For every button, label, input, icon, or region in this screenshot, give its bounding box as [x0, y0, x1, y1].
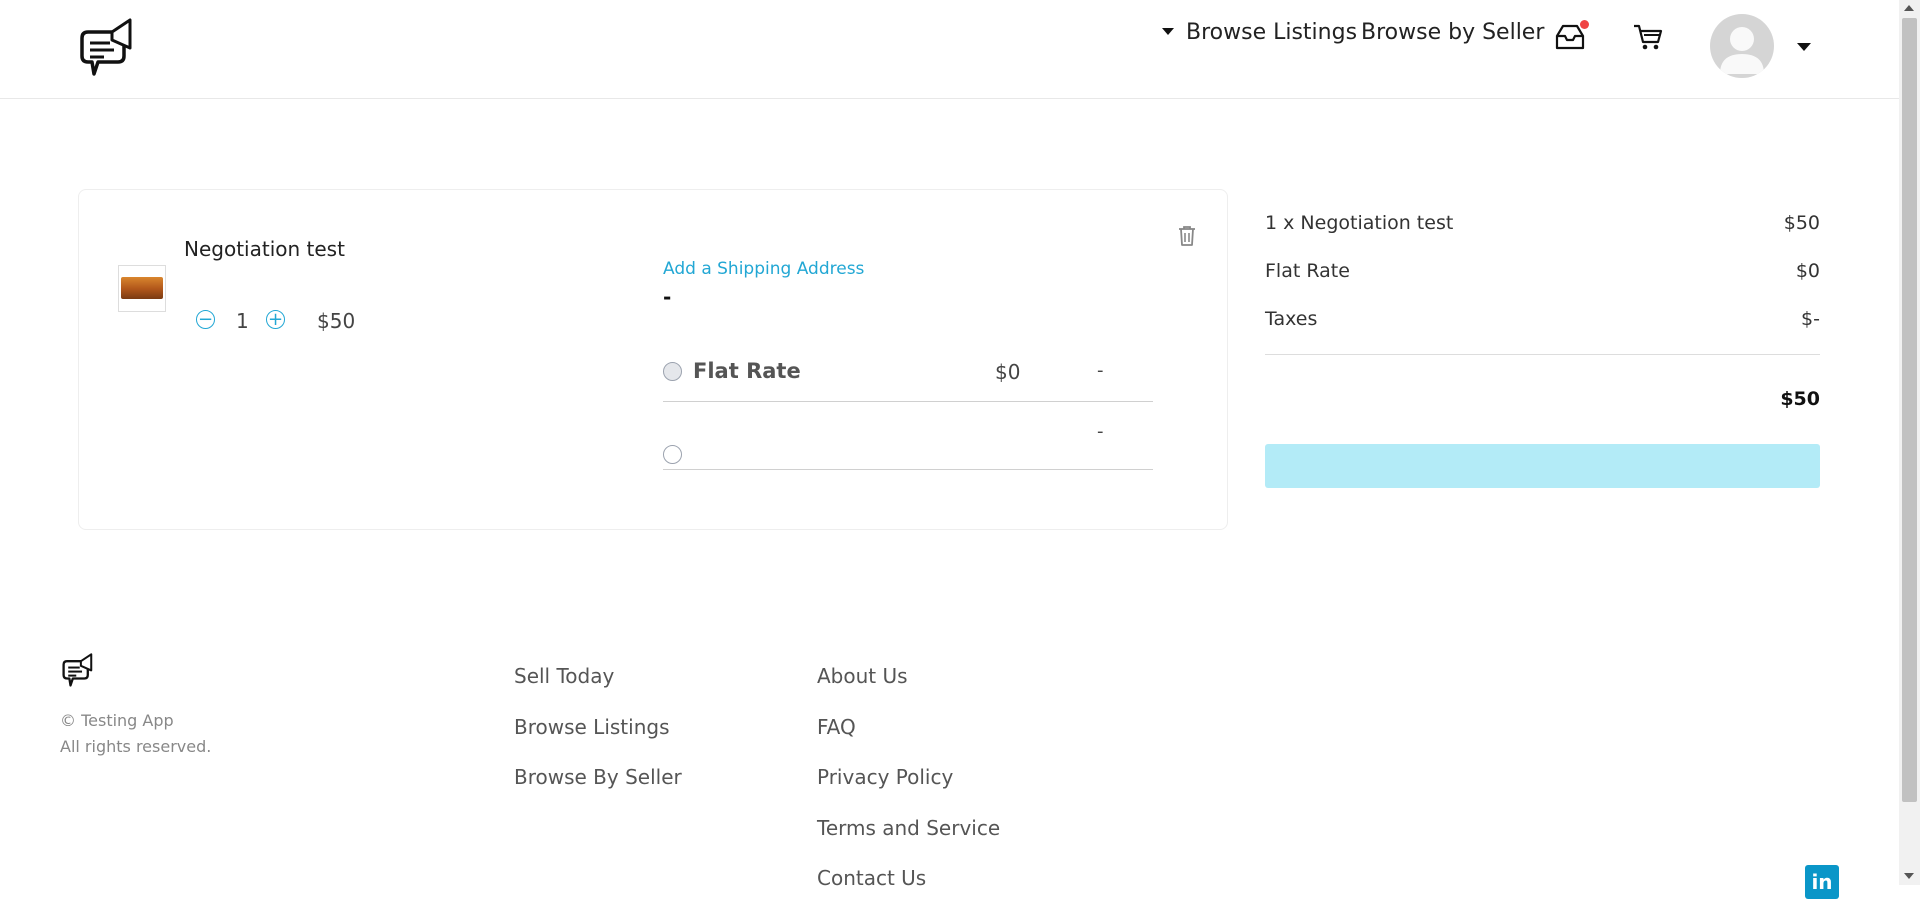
nav-browse-by-seller[interactable]: Browse by Seller	[1361, 20, 1544, 45]
footer-copyright: © Testing App All rights reserved.	[60, 708, 211, 760]
footer-link-sell-today[interactable]: Sell Today	[514, 664, 614, 688]
notification-dot	[1580, 20, 1589, 29]
cart-item-price: $50	[317, 309, 356, 333]
summary-total: $50	[1780, 388, 1820, 410]
copyright-text: © Testing App	[60, 711, 174, 730]
summary-value: $50	[1783, 212, 1820, 234]
vertical-scrollbar[interactable]	[1899, 0, 1920, 885]
caret-down-icon	[1162, 28, 1174, 35]
cart-icon[interactable]	[1632, 22, 1664, 52]
rights-text: All rights reserved.	[60, 737, 212, 756]
footer-link-terms-and-service[interactable]: Terms and Service	[817, 816, 1000, 840]
avatar-silhouette-icon	[1720, 27, 1764, 74]
scroll-down-arrow-icon[interactable]	[1904, 873, 1914, 879]
linkedin-icon[interactable]: in	[1805, 865, 1839, 899]
summary-label: Taxes	[1265, 308, 1318, 330]
shipping-option-radio-2[interactable]	[663, 445, 682, 464]
product-thumbnail	[118, 265, 166, 312]
footer-logo-icon[interactable]	[59, 652, 97, 690]
summary-value: $-	[1801, 308, 1820, 330]
user-avatar[interactable]	[1710, 14, 1774, 78]
footer-link-about-us[interactable]: About Us	[817, 664, 908, 688]
scroll-up-arrow-icon[interactable]	[1904, 5, 1914, 11]
footer-link-contact-us[interactable]: Contact Us	[817, 866, 926, 890]
product-image	[121, 277, 163, 299]
footer-link-browse-by-seller[interactable]: Browse By Seller	[514, 765, 682, 789]
user-menu-chevron-down-icon[interactable]	[1797, 43, 1811, 51]
checkout-button[interactable]	[1265, 444, 1820, 488]
nav-browse-listings-label: Browse Listings	[1186, 20, 1358, 45]
qty-minus-button[interactable]: −	[196, 310, 215, 329]
shipping-option-eta-2: -	[1097, 421, 1104, 442]
top-navbar: Browse Listings Browse by Seller	[0, 0, 1899, 99]
divider	[1265, 354, 1820, 355]
summary-label: Flat Rate	[1265, 260, 1350, 282]
logo-icon[interactable]	[76, 16, 138, 82]
cart-item-name: Negotiation test	[184, 237, 345, 261]
nav-browse-listings[interactable]: Browse Listings	[1162, 20, 1357, 45]
shipping-option-label: Flat Rate	[693, 359, 801, 383]
shipping-option-radio-flat-rate[interactable]	[663, 362, 682, 381]
trash-icon[interactable]	[1177, 224, 1197, 248]
divider	[663, 469, 1153, 470]
shipping-option-price: $0	[995, 360, 1021, 384]
summary-value: $0	[1795, 260, 1820, 282]
scrollbar-thumb[interactable]	[1902, 18, 1917, 802]
summary-label: 1 x Negotiation test	[1265, 212, 1454, 234]
footer-link-faq[interactable]: FAQ	[817, 715, 856, 739]
qty-plus-button[interactable]: +	[266, 310, 285, 329]
add-shipping-address-link[interactable]: Add a Shipping Address	[663, 259, 864, 279]
qty-value: 1	[236, 309, 249, 333]
divider	[663, 401, 1153, 402]
shipping-address-value: -	[663, 285, 672, 309]
shipping-option-eta: -	[1097, 360, 1104, 381]
footer-link-browse-listings[interactable]: Browse Listings	[514, 715, 670, 739]
footer-link-privacy-policy[interactable]: Privacy Policy	[817, 765, 953, 789]
